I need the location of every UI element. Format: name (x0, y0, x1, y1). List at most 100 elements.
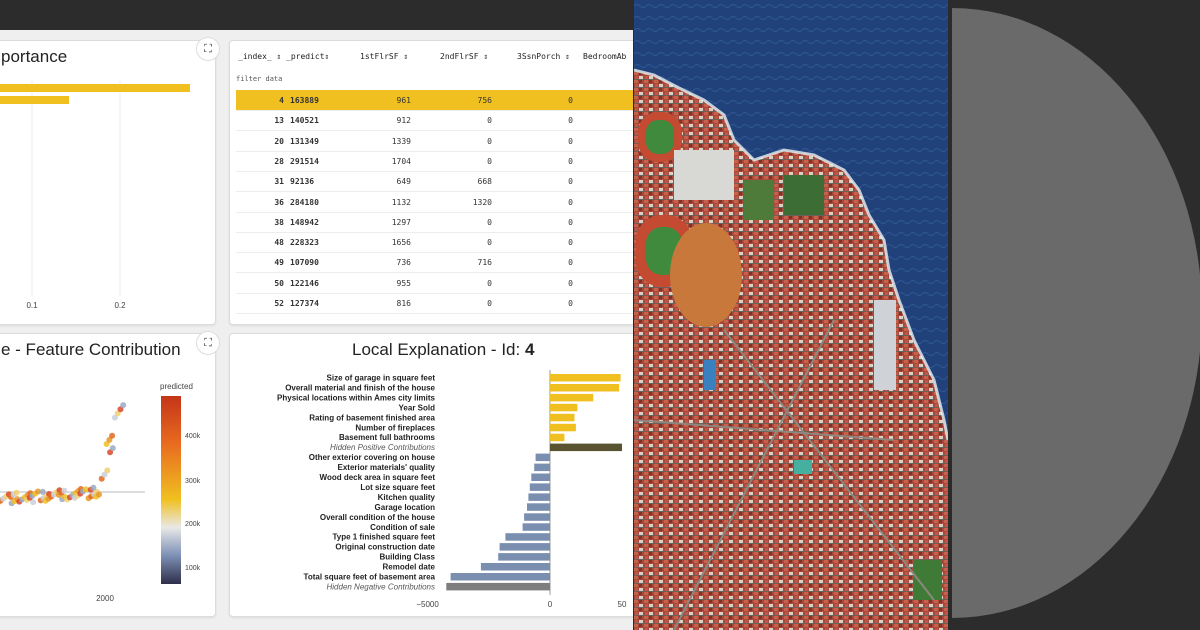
table-cell: 0 (568, 197, 573, 207)
table-cell: 961 (396, 96, 411, 105)
table-row[interactable]: 28 291514 1704 0 0 (236, 151, 633, 172)
table-cell: 756 (477, 96, 492, 105)
colorbar-tick-400k: 400k (185, 433, 201, 440)
feature-contribution-card: e - Feature Contribution predicted 400k … (0, 333, 216, 617)
table-cell: 92136 (290, 177, 315, 187)
contribution-bar (550, 413, 575, 422)
table-header-predict[interactable]: _predict⇕ (286, 52, 329, 61)
table-cell: 127374 (290, 299, 319, 308)
scatter-point (104, 467, 111, 474)
contribution-bar (522, 523, 550, 531)
x-tick-label: −5000 (416, 600, 439, 609)
contribution-label: Remodel date (383, 563, 436, 572)
table-cell: 0 (487, 299, 492, 308)
contribution-label: Physical locations within Ames city limi… (277, 393, 436, 402)
contribution-label: Original construction date (335, 543, 435, 552)
table-header-1stflrsf[interactable]: 1stFlrSF ⇕ (360, 52, 408, 61)
table-cell: 0 (487, 238, 492, 248)
table-cell: 0 (568, 96, 573, 105)
x-tick-2000: 2000 (96, 594, 114, 603)
contribution-label: Total square feet of basement area (304, 573, 436, 582)
contribution-bar (505, 533, 550, 541)
table-cell: 0 (568, 116, 573, 126)
table-cell: 0 (487, 217, 492, 227)
table-cell: 38 (274, 217, 284, 227)
contribution-bar (498, 553, 550, 561)
table-header-index[interactable]: _index_ ⇕ (238, 52, 281, 61)
table-cell: 284180 (290, 197, 319, 207)
table-cell: 131349 (290, 136, 319, 146)
table-cell: 52 (274, 299, 284, 308)
table-row[interactable]: 36 284180 1132 1320 0 (236, 192, 633, 213)
table-cell: 0 (487, 136, 492, 146)
contribution-label: Overall condition of the house (320, 513, 436, 522)
table-cell: 1132 (391, 197, 411, 207)
table-row[interactable]: 49 107090 736 716 0 (236, 252, 633, 274)
aerial-city-photo (634, 0, 948, 630)
scatter-point (13, 489, 20, 496)
scatter-point (109, 445, 116, 452)
table-cell: 0 (487, 156, 492, 166)
contribution-label: Rating of basement finished area (309, 413, 435, 422)
decorative-panel (952, 0, 1200, 630)
table-cell: 0 (568, 278, 573, 288)
feature-contribution-chart: predicted 400k 300k 200k 100k 2000 (0, 382, 201, 603)
table-cell: 148942 (290, 217, 319, 227)
table-cell: 28 (274, 156, 284, 166)
table-header-3ssnporch[interactable]: 3SsnPorch ⇕ (517, 52, 570, 61)
scatter-point (96, 491, 102, 498)
filter-data-input[interactable]: filter data (236, 75, 282, 83)
table-cell: 36 (274, 197, 284, 207)
colorbar-title: predicted (160, 382, 193, 391)
contribution-bar (534, 463, 550, 472)
table-cell: 912 (396, 116, 411, 126)
scatter-point (109, 432, 116, 439)
expand-icon[interactable]: ⛶ (196, 331, 220, 355)
table-row[interactable]: 52 127374 816 0 0 (236, 293, 633, 314)
table-cell: 1339 (391, 136, 411, 146)
contribution-label: Other exterior covering on house (309, 453, 436, 462)
table-header-bedroom[interactable]: BedroomAb (583, 52, 626, 61)
table-row[interactable]: 31 92136 649 668 0 (236, 171, 633, 193)
table-row[interactable]: 20 131349 1339 0 0 (236, 131, 633, 152)
contribution-bar (524, 513, 550, 521)
contribution-label: Building Class (379, 553, 435, 562)
table-cell: 49 (274, 258, 284, 268)
dashboard-screenshot: portance 0.1 0.2 ⛶ _index_ ⇕ _predict⇕ 1… (0, 0, 633, 630)
scatter-point (120, 402, 127, 409)
table-cell: 0 (568, 136, 573, 146)
contribution-label: Type 1 finished square feet (332, 533, 435, 542)
contribution-label: Hidden Negative Contributions (326, 582, 435, 591)
feature-importance-chart: 0.1 0.2 (0, 81, 190, 310)
expand-icon[interactable]: ⛶ (196, 37, 220, 61)
table-row[interactable]: 4 163889 961 756 0 (236, 90, 633, 111)
table-cell: 816 (396, 299, 411, 308)
contribution-bar (499, 543, 550, 551)
table-cell: 228323 (290, 238, 319, 248)
scatter-point (90, 484, 97, 491)
table-cell: 668 (477, 177, 492, 187)
importance-tick-0-1: 0.1 (26, 301, 38, 310)
contribution-label: Hidden Positive Contributions (330, 443, 435, 452)
contribution-bar (528, 493, 550, 501)
table-row[interactable]: 50 122146 955 0 0 (236, 273, 633, 294)
local-explanation-card: Local Explanation - Id: 4 Size of garage… (229, 333, 633, 617)
table-row[interactable]: 38 148942 1297 0 0 (236, 212, 633, 233)
table-header-2ndflrsf[interactable]: 2ndFlrSF ⇕ (440, 52, 488, 61)
x-tick-label: 0 (548, 600, 553, 609)
table-row[interactable]: 13 140521 912 0 0 (236, 110, 633, 132)
table-cell: 31 (274, 177, 284, 187)
contribution-label: Exterior materials' quality (338, 463, 436, 472)
table-cell: 0 (487, 116, 492, 126)
contribution-label: Lot size square feet (360, 483, 435, 492)
table-cell: 122146 (290, 278, 319, 288)
table-cell: 1704 (391, 156, 411, 166)
table-cell: 48 (274, 238, 284, 248)
decorative-circle (952, 8, 1200, 618)
table-cell: 13 (274, 116, 284, 126)
scatter-point (61, 487, 68, 494)
x-tick-label: 50 (618, 600, 627, 609)
table-row[interactable]: 48 228323 1656 0 0 (236, 232, 633, 254)
table-cell: 291514 (290, 156, 319, 166)
contribution-bar (550, 393, 594, 402)
